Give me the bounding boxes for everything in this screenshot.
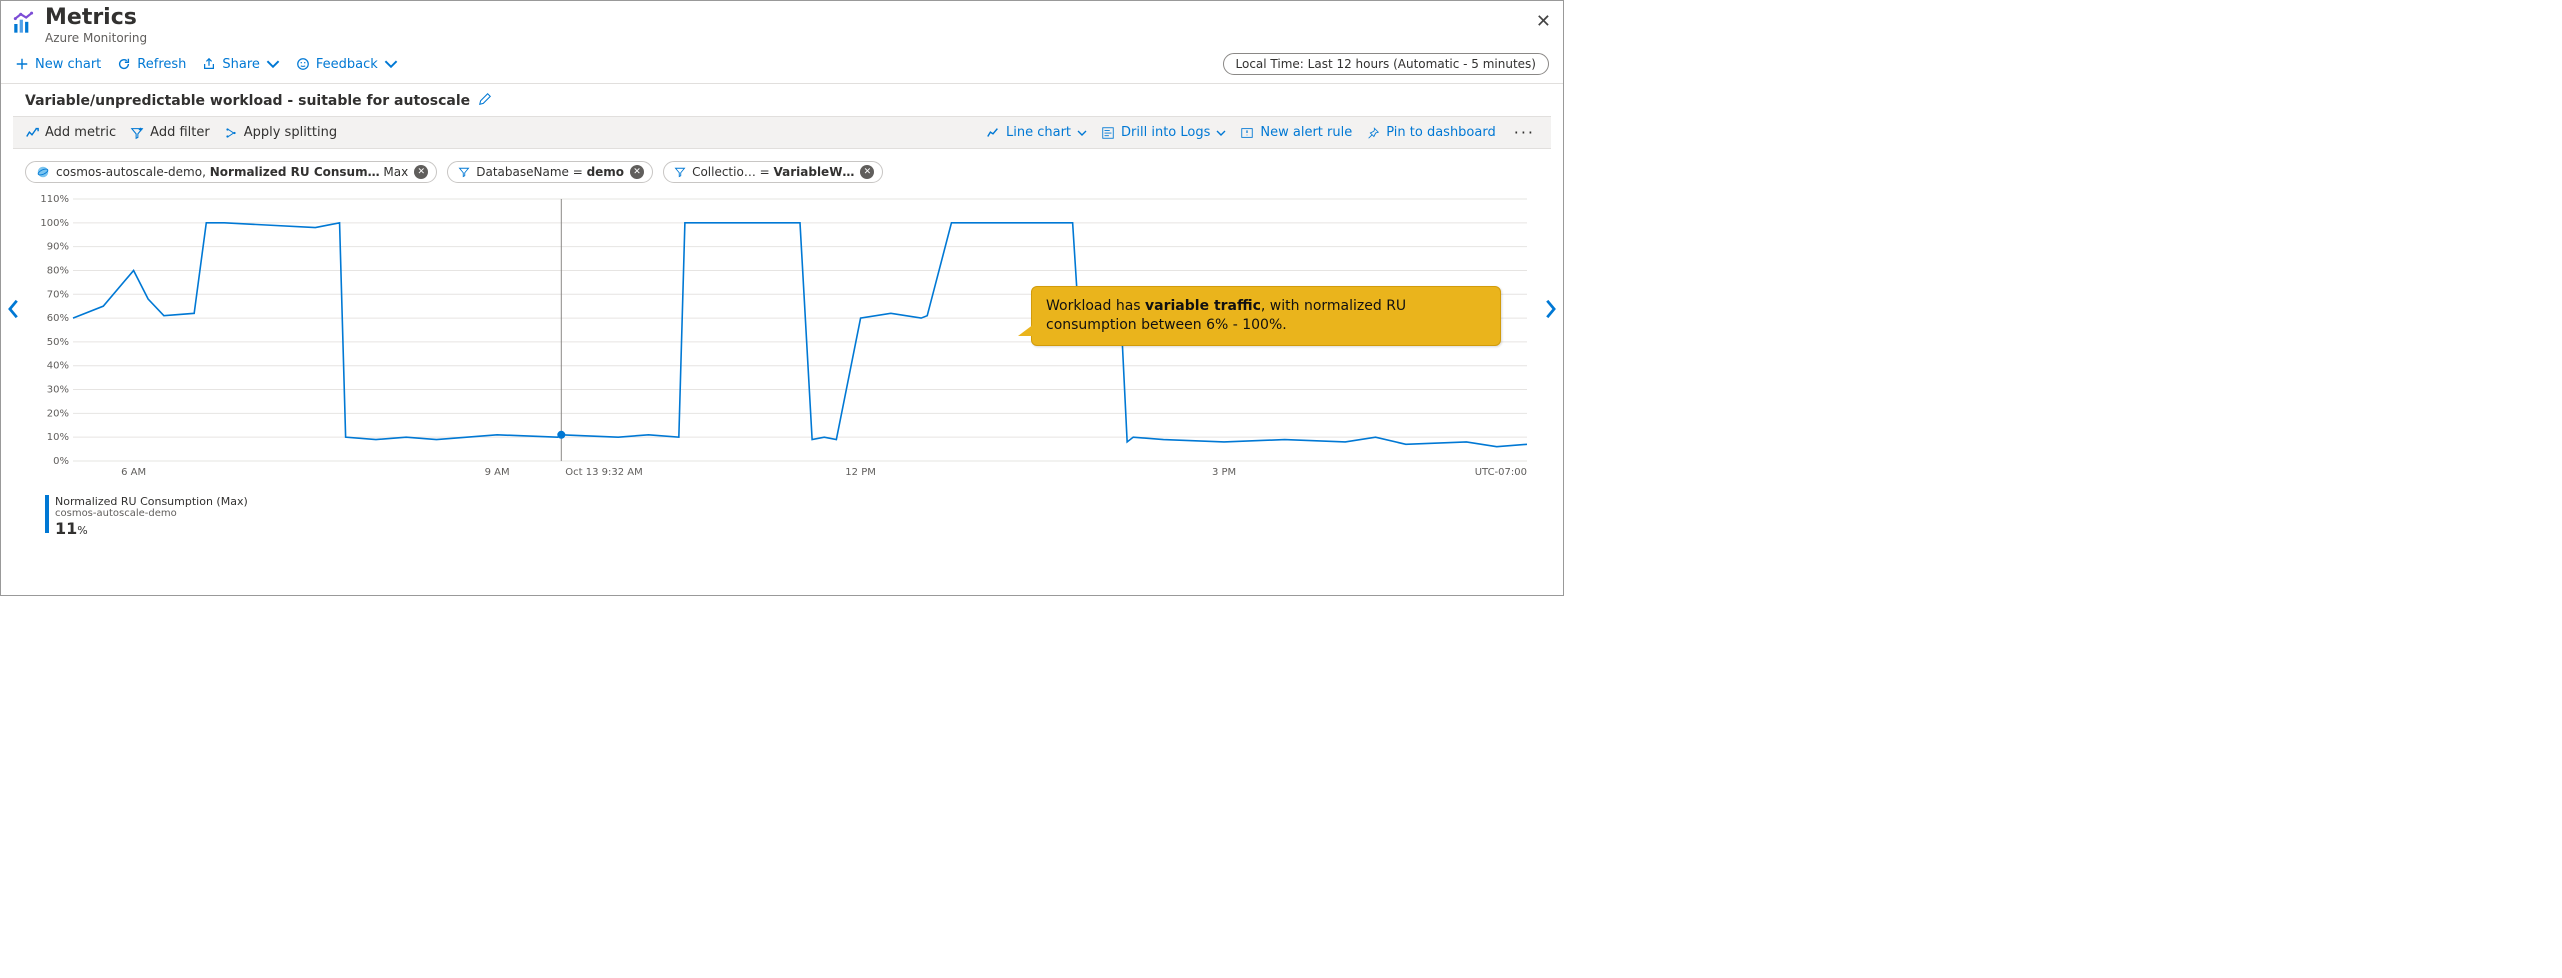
add-filter-button[interactable]: Add filter <box>130 125 210 140</box>
svg-text:9 AM: 9 AM <box>485 467 510 478</box>
metric-pill-prefix: cosmos-autoscale-demo, <box>56 165 210 179</box>
svg-text:12 PM: 12 PM <box>845 467 876 478</box>
filter-icon <box>130 126 144 140</box>
apply-splitting-button[interactable]: Apply splitting <box>224 125 337 140</box>
metric-pill-name: Normalized RU Consum… <box>210 165 380 179</box>
plus-icon <box>15 57 29 71</box>
line-chart-icon <box>986 126 1000 140</box>
share-label: Share <box>222 57 260 72</box>
svg-text:0%: 0% <box>53 456 69 467</box>
refresh-icon <box>117 57 131 71</box>
chart-title: Variable/unpredictable workload - suitab… <box>25 93 470 109</box>
legend-series-name: Normalized RU Consumption (Max) <box>55 495 248 508</box>
pin-label: Pin to dashboard <box>1386 125 1496 140</box>
add-metric-button[interactable]: Add metric <box>25 125 116 140</box>
svg-text:10%: 10% <box>47 432 69 443</box>
svg-text:50%: 50% <box>47 337 69 348</box>
time-range-button[interactable]: Local Time: Last 12 hours (Automatic - 5… <box>1223 53 1549 75</box>
svg-text:30%: 30% <box>47 385 69 396</box>
filter2-val: VariableW… <box>774 165 855 179</box>
refresh-label: Refresh <box>137 57 186 72</box>
svg-text:60%: 60% <box>47 313 69 324</box>
svg-text:20%: 20% <box>47 408 69 419</box>
svg-text:100%: 100% <box>40 218 69 229</box>
callout-bold: variable traffic <box>1145 298 1261 314</box>
add-metric-label: Add metric <box>45 125 116 140</box>
legend-resource: cosmos-autoscale-demo <box>55 508 248 519</box>
filter2-key: Collectio… = <box>692 165 773 179</box>
page-subtitle: Azure Monitoring <box>45 31 147 45</box>
new-alert-button[interactable]: New alert rule <box>1240 125 1352 140</box>
svg-text:Oct 13 9:32 AM: Oct 13 9:32 AM <box>565 467 642 478</box>
refresh-button[interactable]: Refresh <box>117 57 186 72</box>
cosmos-icon <box>36 165 50 179</box>
drill-logs-button[interactable]: Drill into Logs <box>1101 125 1226 140</box>
chevron-down-icon <box>1077 128 1087 138</box>
metric-pill[interactable]: cosmos-autoscale-demo, Normalized RU Con… <box>25 161 437 183</box>
svg-text:3 PM: 3 PM <box>1212 467 1236 478</box>
more-button[interactable]: ··· <box>1510 123 1539 142</box>
prev-chart-button[interactable] <box>7 298 21 325</box>
svg-text:UTC-07:00: UTC-07:00 <box>1475 467 1527 478</box>
chevron-down-icon <box>1216 128 1226 138</box>
svg-text:90%: 90% <box>47 242 69 253</box>
chevron-left-icon <box>7 298 21 320</box>
legend-unit: % <box>77 524 87 537</box>
alert-icon <box>1240 126 1254 140</box>
apply-splitting-label: Apply splitting <box>244 125 337 140</box>
filter-icon <box>458 166 470 178</box>
page-title: Metrics <box>45 7 147 29</box>
annotation-callout: Workload has variable traffic, with norm… <box>1031 286 1501 346</box>
chart-legend: Normalized RU Consumption (Max) cosmos-a… <box>45 495 1563 538</box>
svg-text:70%: 70% <box>47 289 69 300</box>
share-icon <box>202 57 216 71</box>
chevron-down-icon <box>384 57 398 71</box>
pin-button[interactable]: Pin to dashboard <box>1366 125 1496 140</box>
drill-logs-label: Drill into Logs <box>1121 125 1210 140</box>
metric-icon <box>25 126 39 140</box>
split-icon <box>224 126 238 140</box>
feedback-label: Feedback <box>316 57 378 72</box>
chart-type-label: Line chart <box>1006 125 1071 140</box>
smile-icon <box>296 57 310 71</box>
svg-text:6 AM: 6 AM <box>121 467 146 478</box>
svg-text:110%: 110% <box>40 194 69 205</box>
feedback-button[interactable]: Feedback <box>296 57 398 72</box>
chevron-down-icon <box>266 57 280 71</box>
metric-pill-agg: Max <box>380 165 409 179</box>
filter1-key: DatabaseName = <box>476 165 586 179</box>
next-chart-button[interactable] <box>1543 298 1557 325</box>
pencil-icon <box>478 92 492 106</box>
callout-pre: Workload has <box>1046 298 1145 314</box>
pin-icon <box>1366 126 1380 140</box>
new-alert-label: New alert rule <box>1260 125 1352 140</box>
legend-bar <box>45 495 49 533</box>
add-filter-label: Add filter <box>150 125 210 140</box>
chart-type-button[interactable]: Line chart <box>986 125 1087 140</box>
remove-pill-icon[interactable]: ✕ <box>414 165 428 179</box>
logs-icon <box>1101 126 1115 140</box>
filter-pill-database[interactable]: DatabaseName = demo ✕ <box>447 161 653 183</box>
legend-value: 11 <box>55 519 77 538</box>
metrics-icon <box>11 11 37 41</box>
filter-pill-collection[interactable]: Collectio… = VariableW… ✕ <box>663 161 883 183</box>
svg-text:40%: 40% <box>47 361 69 372</box>
share-button[interactable]: Share <box>202 57 280 72</box>
edit-title-button[interactable] <box>478 92 492 110</box>
filter1-val: demo <box>587 165 624 179</box>
new-chart-label: New chart <box>35 57 101 72</box>
filter-icon <box>674 166 686 178</box>
chevron-right-icon <box>1543 298 1557 320</box>
remove-pill-icon[interactable]: ✕ <box>630 165 644 179</box>
svg-text:80%: 80% <box>47 265 69 276</box>
remove-pill-icon[interactable]: ✕ <box>860 165 874 179</box>
new-chart-button[interactable]: New chart <box>15 57 101 72</box>
close-icon[interactable]: ✕ <box>1536 11 1551 32</box>
